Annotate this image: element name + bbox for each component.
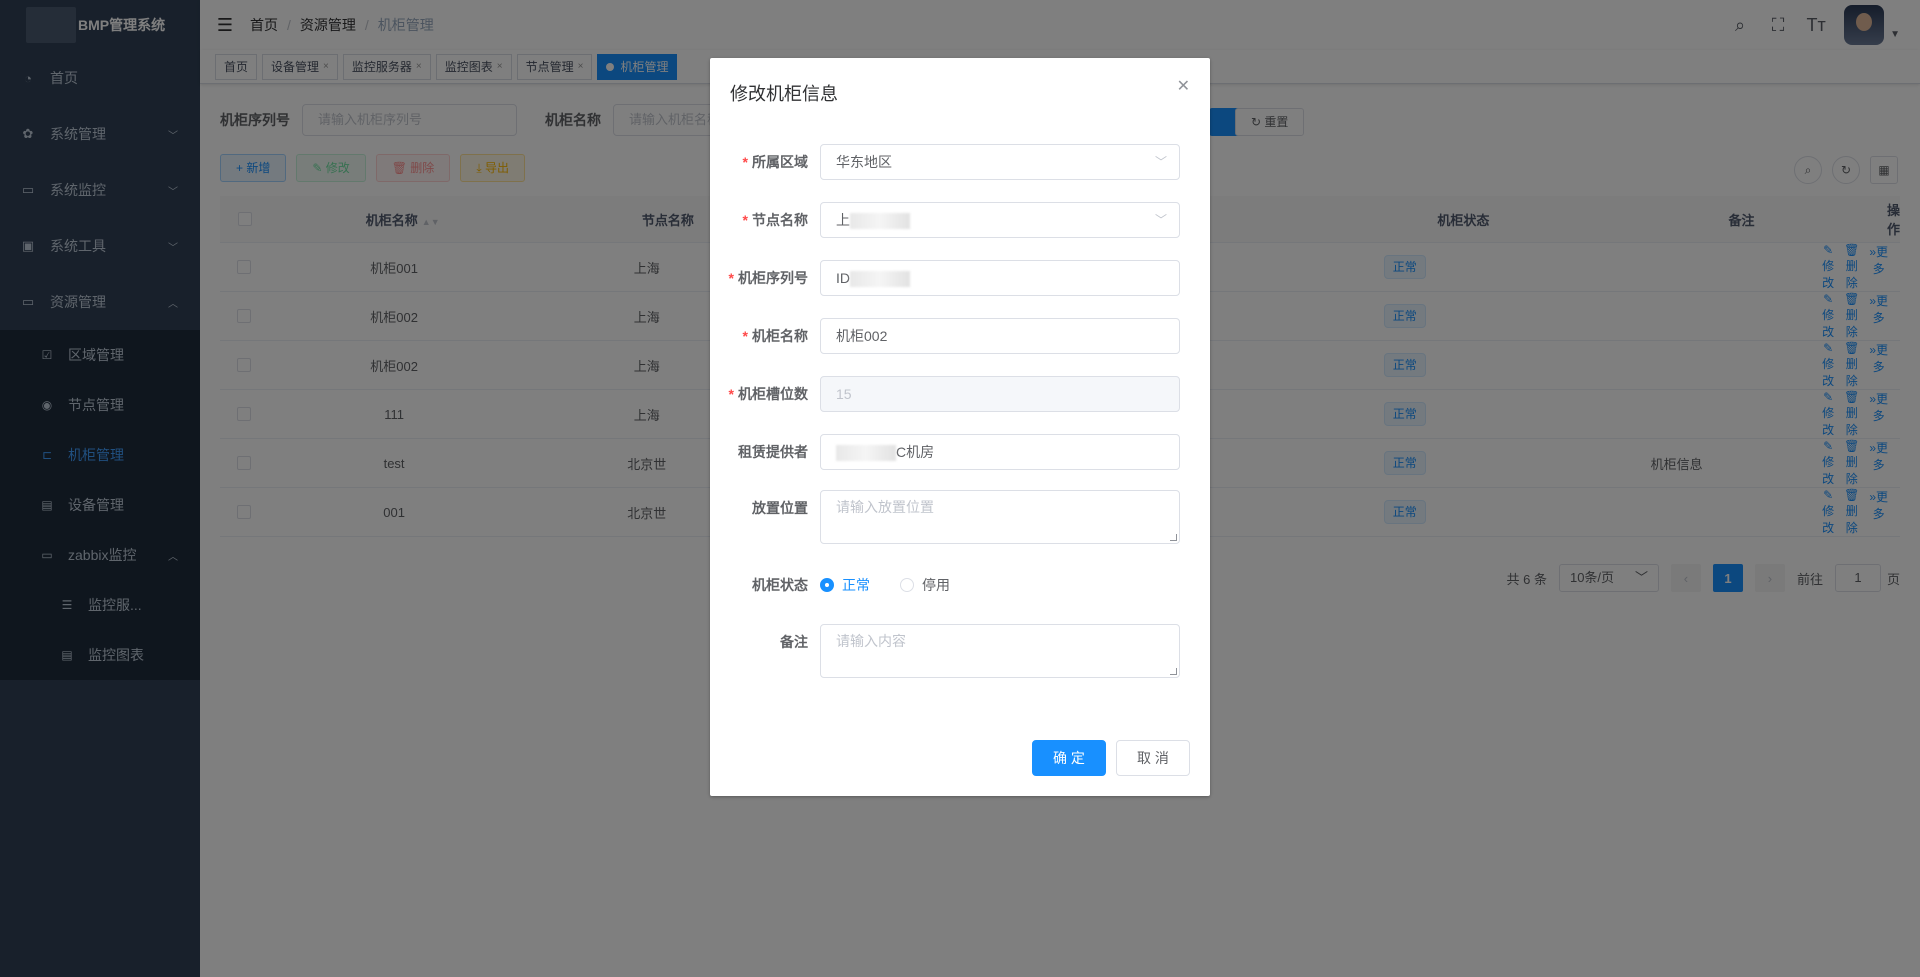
name-field[interactable]: 机柜002	[820, 318, 1180, 354]
redacted-mark	[850, 271, 910, 288]
remark-label: 备注	[780, 634, 808, 650]
redacted-mark	[850, 213, 910, 230]
status-label: 机柜状态	[752, 577, 808, 593]
radio-unchecked-icon	[900, 578, 914, 592]
confirm-button[interactable]: 确 定	[1032, 740, 1106, 776]
form-item-location: 放置位置 请输入放置位置	[710, 490, 1180, 544]
form-item-node: * 节点名称 上 ﹀	[710, 202, 1180, 238]
status-radio-disabled[interactable]: 停用	[900, 575, 950, 595]
close-icon[interactable]: ✕	[1177, 76, 1190, 96]
form-item-remark: 备注 请输入内容	[710, 624, 1180, 678]
form-item-serial: * 机柜序列号 ID	[710, 260, 1180, 296]
location-textarea[interactable]: 请输入放置位置	[820, 490, 1180, 544]
chevron-down-icon: ﹀	[1154, 213, 1167, 227]
form-item-name: * 机柜名称 机柜002	[710, 318, 1180, 354]
region-label: * 所属区域	[742, 154, 808, 170]
slots-label: * 机柜槽位数	[728, 386, 808, 402]
cancel-button[interactable]: 取 消	[1116, 740, 1190, 776]
provider-field[interactable]: C机房	[820, 434, 1180, 470]
provider-value: C机房	[896, 444, 935, 460]
region-value: 华东地区	[836, 154, 892, 170]
name-field-label: * 机柜名称	[742, 328, 808, 344]
serial-field-label: * 机柜序列号	[728, 270, 808, 286]
region-select[interactable]: 华东地区 ﹀	[820, 144, 1180, 180]
provider-label: 租赁提供者	[738, 444, 808, 460]
chevron-down-icon: ﹀	[1154, 155, 1167, 169]
form-item-region: * 所属区域 华东地区 ﹀	[710, 144, 1180, 180]
slots-field: 15	[820, 376, 1180, 412]
node-label: * 节点名称	[742, 212, 808, 228]
location-label: 放置位置	[752, 500, 808, 516]
form-item-slots: * 机柜槽位数 15	[710, 376, 1180, 412]
radio-checked-icon	[820, 578, 834, 592]
form-item-status: 机柜状态 正常 停用	[710, 575, 980, 595]
dialog-title: 修改机柜信息	[730, 84, 838, 104]
node-select[interactable]: 上 ﹀	[820, 202, 1180, 238]
form-item-provider: 租赁提供者 C机房	[710, 434, 1180, 470]
serial-field[interactable]: ID	[820, 260, 1180, 296]
serial-value: ID	[836, 270, 850, 286]
status-radio-normal[interactable]: 正常	[820, 575, 870, 595]
redacted-mark	[836, 445, 896, 462]
remark-textarea[interactable]: 请输入内容	[820, 624, 1180, 678]
node-value: 上	[836, 212, 850, 228]
edit-cabinet-dialog: 修改机柜信息 ✕ * 所属区域 华东地区 ﹀ * 节点名称 上 ﹀ * 机柜序列号 ID …	[710, 58, 1210, 796]
